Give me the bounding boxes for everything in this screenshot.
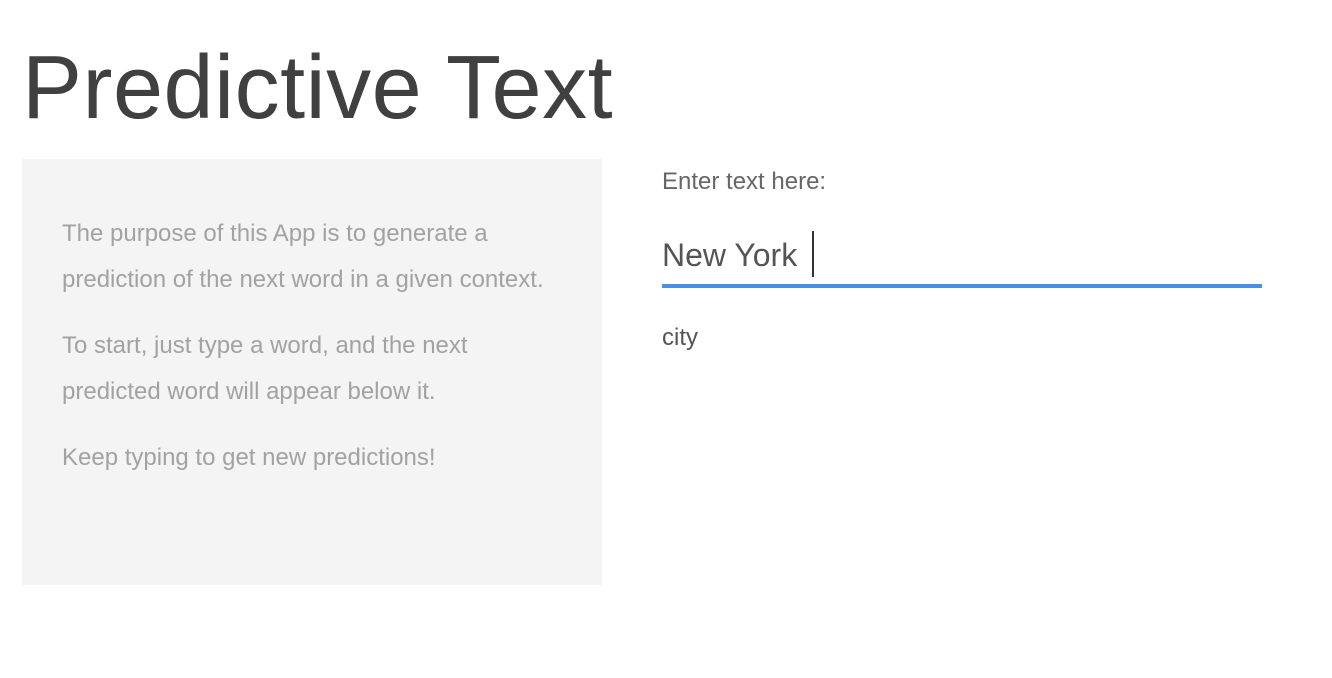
text-input[interactable]: New York: [662, 227, 1262, 284]
sidebar-paragraph: To start, just type a word, and the next…: [62, 332, 468, 405]
sidebar-paragraph: Keep typing to get new predictions!: [62, 444, 436, 471]
app-page: Predictive Text The purpose of this App …: [0, 0, 1332, 678]
text-input-field[interactable]: New York: [662, 227, 1262, 288]
input-label: Enter text here:: [662, 168, 827, 195]
input-value: New York: [662, 237, 807, 273]
page-title: Predictive Text: [22, 38, 614, 138]
prediction-output: city: [662, 324, 698, 351]
sidebar-panel: The purpose of this App is to generate a…: [22, 159, 602, 585]
text-caret: [812, 230, 815, 277]
main-panel: Enter text here: New York city: [662, 165, 1262, 355]
sidebar-paragraph: The purpose of this App is to generate a…: [62, 220, 544, 293]
